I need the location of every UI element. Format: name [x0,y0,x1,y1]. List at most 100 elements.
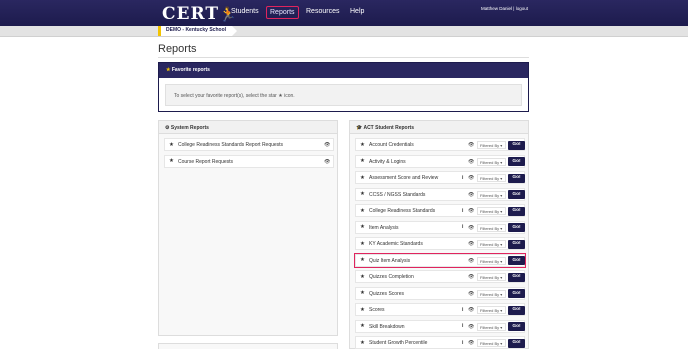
filtered-by-dropdown[interactable]: Filtered By ▾ [477,223,506,232]
filtered-by-dropdown[interactable]: Filtered By ▾ [477,306,506,314]
go-button[interactable]: Go! [508,206,525,216]
nav-item-reports[interactable]: Reports [266,6,299,19]
report-label[interactable]: CCSS / NGSS Standards [369,192,425,198]
eye-icon[interactable]: 👁 [468,159,474,165]
act-report-row[interactable]: ★ Item Analysis i 👁 Filtered By ▾ Go! [355,220,525,234]
eye-icon[interactable]: 👁 [468,258,474,264]
star-icon[interactable]: ★ [360,208,365,214]
cert-logo[interactable]: CERT🏃 [162,4,237,24]
report-label[interactable]: Quizzes Scores [369,291,404,297]
filtered-by-dropdown[interactable]: Filtered By ▾ [477,322,506,331]
report-label[interactable]: Quizzes Completion [369,274,414,280]
star-icon[interactable]: ★ [360,307,365,313]
star-icon[interactable]: ★ [169,142,174,148]
report-label[interactable]: College Readiness Standards Report Reque… [178,142,283,148]
go-button[interactable]: Go! [508,190,525,199]
go-button[interactable]: Go! [508,157,525,166]
act-report-row[interactable]: ★ Skill Breakdown i 👁 Filtered By ▾ Go! [355,319,525,333]
act-report-row[interactable]: ★ Quiz Item Analysis 👁 Filtered By ▾ Go! [354,252,526,268]
report-label[interactable]: College Readiness Standards [369,208,435,214]
eye-icon[interactable]: 👁 [468,192,474,198]
filtered-by-dropdown[interactable]: Filtered By ▾ [477,273,506,281]
go-button[interactable]: Go! [508,256,525,265]
report-label[interactable]: Activity & Logins [369,159,406,165]
act-report-row[interactable]: ★ Assessment Score and Review i 👁 Filtered B… [355,171,525,184]
act-report-row[interactable]: ★ Quizzes Completion 👁 Filtered By ▾ Go! [355,270,525,283]
eye-icon[interactable]: 👁 [468,274,474,280]
go-button[interactable]: Go! [508,173,525,183]
star-icon[interactable]: ★ [360,158,365,164]
go-button[interactable]: Go! [508,140,525,150]
star-icon[interactable]: ★ [360,191,365,197]
nav-item-help[interactable]: Help [350,8,364,15]
filtered-by-dropdown[interactable]: Filtered By ▾ [477,207,506,215]
info-icon[interactable]: i [462,307,463,313]
go-button[interactable]: Go! [508,322,525,331]
eye-icon[interactable]: 👁 [324,142,330,148]
eye-icon[interactable]: 👁 [468,241,474,247]
eye-icon[interactable]: 👁 [468,291,474,297]
star-icon[interactable]: ★ [360,323,365,329]
filtered-by-dropdown[interactable]: Filtered By ▾ [477,141,506,149]
filtered-by-dropdown[interactable]: Filtered By ▾ [477,289,506,298]
star-icon[interactable]: ★ [360,142,365,148]
info-icon[interactable]: i [462,208,463,214]
report-label[interactable]: Student Growth Percentile [369,340,427,346]
go-button[interactable]: Go! [508,223,525,232]
star-icon[interactable]: ★ [360,290,365,296]
go-button[interactable]: Go! [508,239,525,249]
act-report-row[interactable]: ★ Account Credentials 👁 Filtered By ▾ Go! [355,138,525,151]
nav-item-students[interactable]: Students [231,8,259,15]
eye-icon[interactable]: 👁 [468,307,474,313]
filtered-by-dropdown[interactable]: Filtered By ▾ [477,157,506,166]
filtered-by-dropdown[interactable]: Filtered By ▾ [477,240,506,248]
report-label[interactable]: Scores [369,307,385,313]
report-label[interactable]: Quiz Item Analysis [369,258,410,264]
act-report-row[interactable]: ★ CCSS / NGSS Standards 👁 Filtered By ▾ Go! [355,187,525,201]
star-icon[interactable]: ★ [360,175,365,181]
system-report-row[interactable]: ★ Course Report Requests 👁 [164,154,334,168]
star-icon[interactable]: ★ [360,224,365,230]
eye-icon[interactable]: 👁 [468,225,474,231]
act-report-row[interactable]: ★ KY Academic Standards 👁 Filtered By ▾ Go! [355,237,525,250]
star-icon[interactable]: ★ [169,158,174,164]
filtered-by-dropdown[interactable]: Filtered By ▾ [477,339,506,347]
go-button[interactable]: Go! [508,289,525,298]
go-button[interactable]: Go! [508,338,525,348]
user-logout-link[interactable]: Matthew Daniel | logout [481,6,528,11]
filtered-by-dropdown[interactable]: Filtered By ▾ [477,256,506,265]
system-report-row[interactable]: ★ College Readiness Standards Report Requ… [164,138,334,151]
star-icon[interactable]: ★ [360,257,365,263]
eye-icon[interactable]: 👁 [468,324,474,330]
report-label[interactable]: Skill Breakdown [369,324,405,330]
act-report-row[interactable]: ★ Quizzes Scores 👁 Filtered By ▾ Go! [355,286,525,300]
act-report-row[interactable]: ★ Scores i 👁 Filtered By ▾ Go! [355,303,525,316]
filtered-by-dropdown[interactable]: Filtered By ▾ [477,190,506,199]
act-report-row[interactable]: ★ Student Growth Percentile i 👁 Filtered By … [355,336,525,349]
report-label[interactable]: Item Analysis [369,225,398,231]
info-icon[interactable]: i [462,323,463,329]
info-icon[interactable]: i [462,175,463,181]
report-label[interactable]: Assessment Score and Review [369,175,438,181]
system-reports-title: System Reports [170,125,209,131]
act-report-row[interactable]: ★ College Readiness Standards i 👁 Filtered B… [355,204,525,217]
star-icon[interactable]: ★ [360,241,365,247]
eye-icon[interactable]: 👁 [468,175,474,181]
eye-icon[interactable]: 👁 [468,340,474,346]
eye-icon[interactable]: 👁 [468,142,474,148]
report-label[interactable]: Account Credentials [369,142,414,148]
eye-icon[interactable]: 👁 [324,159,330,165]
act-report-row[interactable]: ★ Activity & Logins 👁 Filtered By ▾ Go! [355,154,525,168]
go-button[interactable]: Go! [508,305,525,315]
report-label[interactable]: Course Report Requests [178,159,233,165]
info-icon[interactable]: i [462,340,463,346]
nav-item-resources[interactable]: Resources [306,8,339,15]
star-icon[interactable]: ★ [360,340,365,346]
eye-icon[interactable]: 👁 [468,208,474,214]
filtered-by-dropdown[interactable]: Filtered By ▾ [477,174,506,182]
school-name[interactable]: DEMO - Kentucky School [158,26,238,36]
report-label[interactable]: KY Academic Standards [369,241,423,247]
info-icon[interactable]: i [462,224,463,230]
star-icon[interactable]: ★ [360,274,365,280]
go-button[interactable]: Go! [508,272,525,282]
